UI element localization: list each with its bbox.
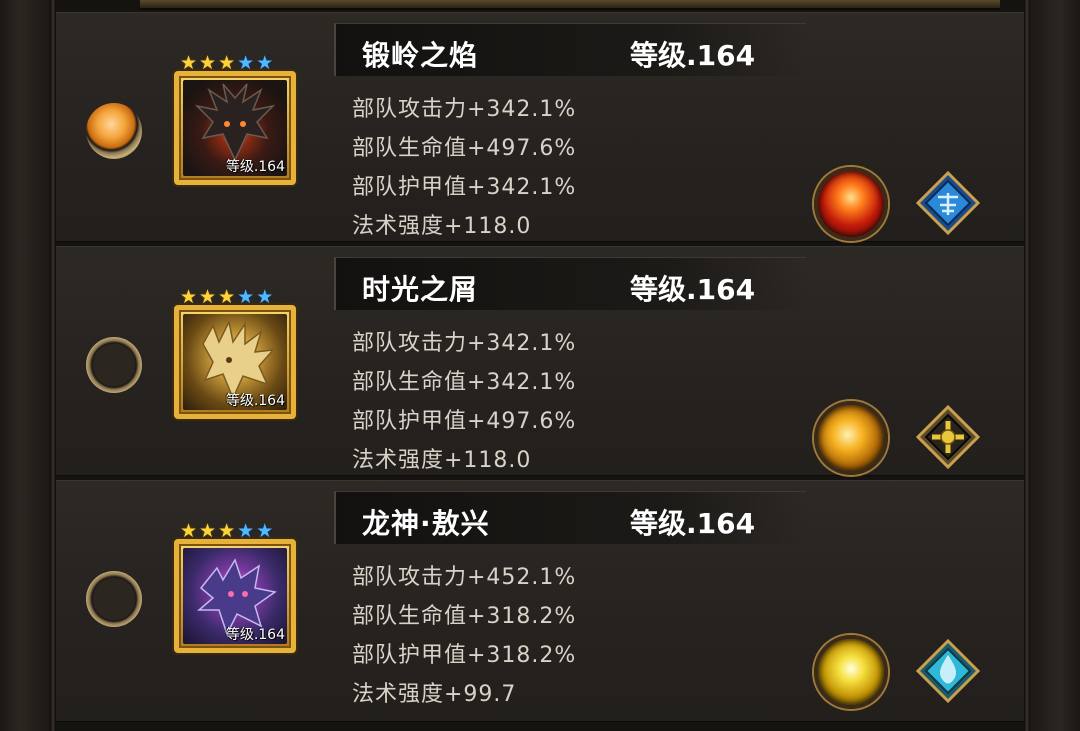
blue-star-icon: ★ — [237, 520, 255, 542]
stat-spell-power: 法术强度+99.7 — [352, 682, 517, 707]
stat-attack: 部队攻击力+342.1% — [352, 97, 577, 122]
stat-health: 部队生命值+318.2% — [352, 604, 577, 629]
portrait-level: 等级.164 — [225, 159, 285, 175]
hero-portrait[interactable]: ★ ★ ★ ★ ★ 等级.164 — [174, 53, 296, 185]
gold-star-icon: ★ — [199, 520, 217, 542]
star-rating: ★ ★ ★ ★ ★ — [180, 521, 273, 541]
blue-star-icon: ★ — [237, 52, 255, 74]
gold-star-icon: ★ — [218, 52, 236, 74]
name-bar: 龙神·敖兴 等级.164 — [334, 491, 806, 544]
blue-star-icon: ★ — [256, 520, 274, 542]
star-rating: ★ ★ ★ ★ ★ — [180, 53, 273, 73]
gold-star-icon: ★ — [218, 520, 236, 542]
hero-name: 龙神·敖兴 — [362, 507, 490, 540]
blue-star-icon: ★ — [256, 286, 274, 308]
golden-vortex-skill-icon[interactable] — [814, 401, 888, 475]
blue-star-icon: ★ — [256, 52, 274, 74]
stat-spell-power: 法术强度+118.0 — [352, 448, 532, 473]
gold-star-icon: ★ — [218, 286, 236, 308]
portrait-frame: 等级.164 — [174, 539, 296, 653]
gold-cross-class-icon[interactable] — [915, 404, 981, 470]
cyan-drop-class-icon[interactable] — [915, 638, 981, 704]
gold-star-icon: ★ — [199, 286, 217, 308]
hero-list: ★ ★ ★ ★ ★ 等级.164 锻岭之焰 等级.164 部队攻击力+342.1… — [56, 12, 1024, 731]
portrait-frame: 等级.164 — [174, 71, 296, 185]
stat-health: 部队生命值+497.6% — [352, 136, 577, 161]
stat-attack: 部队攻击力+342.1% — [352, 331, 577, 356]
blue-rune-class-icon[interactable] — [915, 170, 981, 236]
hero-portrait[interactable]: ★ ★ ★ ★ ★ 等级.164 — [174, 521, 296, 653]
stat-spell-power: 法术强度+118.0 — [352, 214, 532, 239]
hero-level: 等级.164 — [630, 39, 756, 72]
portrait-frame: 等级.164 — [174, 305, 296, 419]
right-rail — [1024, 0, 1030, 731]
stat-armor: 部队护甲值+318.2% — [352, 643, 577, 668]
hero-card[interactable]: ★ ★ ★ ★ ★ 等级.164 锻岭之焰 等级.164 部队攻击力+342.1… — [56, 12, 1024, 242]
hero-card[interactable]: ★ ★ ★ ★ ★ 等级.164 时光之屑 等级.164 部队攻击力+342.1… — [56, 246, 1024, 476]
gold-star-icon: ★ — [180, 520, 198, 542]
select-radio[interactable] — [86, 103, 142, 159]
gold-star-icon: ★ — [180, 286, 198, 308]
stat-health: 部队生命值+342.1% — [352, 370, 577, 395]
gold-star-icon: ★ — [180, 52, 198, 74]
hero-level: 等级.164 — [630, 507, 756, 540]
star-rating: ★ ★ ★ ★ ★ — [180, 287, 273, 307]
select-radio[interactable] — [86, 571, 142, 627]
top-border — [140, 0, 1000, 10]
stat-attack: 部队攻击力+452.1% — [352, 565, 577, 590]
gold-star-icon: ★ — [199, 52, 217, 74]
hero-card[interactable]: ★ ★ ★ ★ ★ 等级.164 龙神·敖兴 等级.164 部队攻击力+452.… — [56, 480, 1024, 722]
select-radio[interactable] — [86, 337, 142, 393]
blue-star-icon: ★ — [237, 286, 255, 308]
fire-pillar-skill-icon[interactable] — [814, 167, 888, 241]
name-bar: 锻岭之焰 等级.164 — [334, 23, 806, 76]
stat-armor: 部队护甲值+342.1% — [352, 175, 577, 200]
hero-portrait[interactable]: ★ ★ ★ ★ ★ 等级.164 — [174, 287, 296, 419]
hero-level: 等级.164 — [630, 273, 756, 306]
name-bar: 时光之屑 等级.164 — [334, 257, 806, 310]
stat-armor: 部队护甲值+497.6% — [352, 409, 577, 434]
hero-name: 时光之屑 — [362, 273, 479, 306]
hero-name: 锻岭之焰 — [362, 39, 479, 72]
portrait-level: 等级.164 — [225, 393, 285, 409]
lightning-orb-skill-icon[interactable] — [814, 635, 888, 709]
portrait-level: 等级.164 — [225, 627, 285, 643]
